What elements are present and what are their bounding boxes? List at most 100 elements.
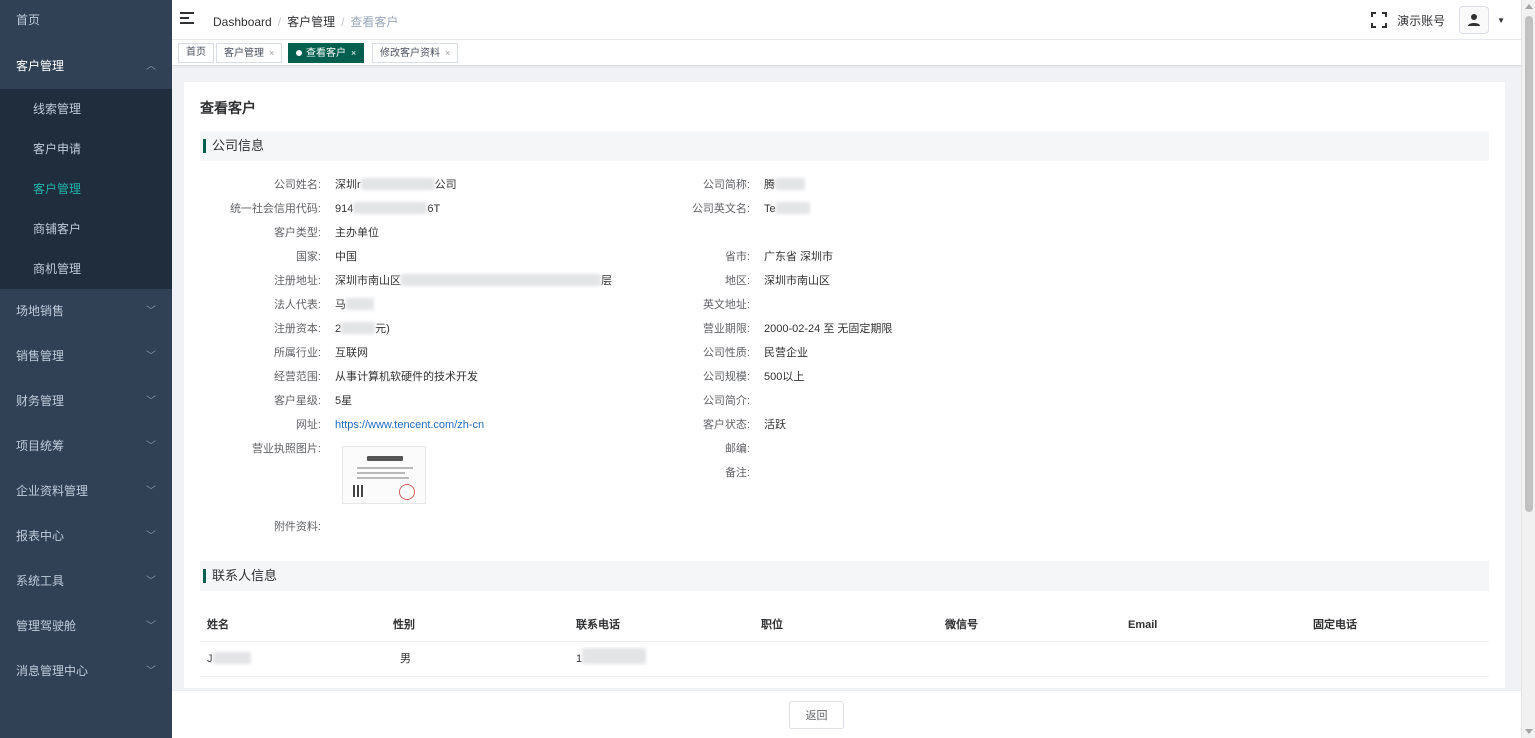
scrollbar-thumb[interactable] [1525,16,1533,512]
sidebar-item-label: 报表中心 [16,529,65,543]
sidebar-item-cockpit[interactable]: 管理驾驶舱 ﹀ [0,604,172,649]
field-industry: 所属行业: 互联网 [273,347,368,359]
tag-edit-customer[interactable]: 修改客户资料 × [372,43,459,63]
breadcrumb: Dashboard / 客户管理 / 查看客户 [213,15,399,29]
business-license-thumbnail[interactable] [342,446,426,504]
customer-detail-card: 查看客户 公司信息 公司姓名: 深圳r 公司 统一社会信用代码: 914 6T 客户类型… [184,82,1505,688]
chevron-down-icon: ﹀ [146,351,156,362]
active-dot-icon [296,50,302,56]
chevron-down-icon: ﹀ [146,306,156,317]
column-header: 性别 [393,619,415,631]
chevron-down-icon: ﹀ [146,396,156,407]
website-link[interactable]: https://www.tencent.com/zh-cn [335,419,484,431]
sidebar-subitem-leads[interactable]: 线索管理 [0,89,172,129]
sidebar-item-home[interactable]: 首页 [0,0,172,44]
close-icon[interactable]: × [351,48,356,58]
sidebar-item-label: 客户管理 [16,59,65,73]
field-website: 网址: https://www.tencent.com/zh-cn [295,419,485,431]
close-icon[interactable]: × [269,48,274,58]
tag-label: 客户管理 [224,48,264,59]
page-scrollbar[interactable] [1521,0,1535,738]
field-legal-representative: 法人代表: 马 [274,297,374,313]
contact-name: J [207,642,251,676]
footer-bar: 返回 [172,690,1521,738]
sidebar-item-enterprise-data[interactable]: 企业资料管理 ﹀ [0,469,172,514]
field-company-english-name: 公司英文名: Te [692,201,810,217]
user-icon [1468,14,1481,26]
field-customer-rating: 客户星级: 5星 [273,395,353,407]
table-row: J 男 1 [200,642,1489,677]
sidebar-item-label: 场地销售 [16,304,65,318]
column-header: 联系电话 [576,619,620,631]
column-header: Email [1128,619,1158,631]
chevron-up-icon: ︿ [146,61,156,72]
field-business-scope: 经营范围: 从事计算机软硬件的技术开发 [273,371,478,383]
sidebar-item-label: 销售管理 [16,349,65,363]
field-district: 地区: 深圳市南山区 [724,275,830,287]
sidebar-item-label: 首页 [16,13,41,27]
sidebar-subitem-applications[interactable]: 客户申请 [0,129,172,169]
chevron-down-icon: ﹀ [146,576,156,587]
field-customer-type: 客户类型: 主办单位 [273,227,379,239]
field-company-nature: 公司性质: 民营企业 [702,347,808,359]
sidebar-item-label: 企业资料管理 [16,484,89,498]
tag-customer-management[interactable]: 客户管理 × [216,43,283,63]
sidebar-item-customer-management[interactable]: 客户管理 ︿ [0,44,172,89]
field-registered-address: 注册地址: 深圳市南山区层 [273,274,612,287]
tag-label: 查看客户 [306,48,346,59]
fullscreen-icon[interactable] [1371,12,1388,28]
navbar-right: 演示账号 ▼ [1371,0,1505,40]
breadcrumb-item[interactable]: Dashboard [213,15,272,29]
chevron-down-icon: ﹀ [146,666,156,677]
scroll-up-icon[interactable] [1525,4,1533,9]
breadcrumb-current: 查看客户 [350,15,399,29]
sidebar-item-finance[interactable]: 财务管理 ﹀ [0,379,172,424]
sidebar-item-label: 系统工具 [16,574,65,588]
sidebar-item-label: 项目统筹 [16,439,65,453]
sidebar-subitem-opportunities[interactable]: 商机管理 [0,249,172,289]
tag-label: 首页 [186,47,206,58]
hamburger-icon[interactable] [180,12,194,24]
contact-gender: 男 [400,653,411,665]
sidebar-item-messages[interactable]: 消息管理中心 ﹀ [0,649,172,694]
close-icon[interactable]: × [445,48,450,58]
sidebar-item-system-tools[interactable]: 系统工具 ﹀ [0,559,172,604]
sidebar-submenu-customer: 线索管理 客户申请 客户管理 商铺客户 商机管理 [0,89,172,289]
sidebar-item-label: 财务管理 [16,394,65,408]
section-contact-info: 联系人信息 [200,561,1489,591]
field-province-city: 省市: 广东省 深圳市 [724,251,834,263]
column-header: 姓名 [207,619,229,631]
section-company-info: 公司信息 [200,131,1489,161]
tag-view-customer[interactable]: 查看客户 × [288,43,365,63]
sidebar-item-projects[interactable]: 项目统筹 ﹀ [0,424,172,469]
sidebar-item-reports[interactable]: 报表中心 ﹀ [0,514,172,559]
caret-down-icon[interactable]: ▼ [1497,16,1505,25]
column-header: 微信号 [945,619,978,631]
sidebar-subitem-shop-customers[interactable]: 商铺客户 [0,209,172,249]
scroll-down-icon[interactable] [1525,729,1533,734]
chevron-down-icon: ﹀ [146,441,156,452]
tag-label: 修改客户资料 [380,48,440,59]
tag-home[interactable]: 首页 [178,43,214,63]
breadcrumb-item[interactable]: 客户管理 [287,15,335,29]
chevron-down-icon: ﹀ [146,531,156,542]
sidebar-subitem-customers[interactable]: 客户管理 [0,169,172,209]
page-title: 查看客户 [200,100,256,116]
avatar[interactable] [1459,6,1490,34]
chevron-down-icon: ﹀ [146,486,156,497]
chevron-down-icon: ﹀ [146,621,156,632]
sidebar: 首页 客户管理 ︿ 线索管理 客户申请 客户管理 商铺客户 商机管理 场地销售 ﹀ … [0,0,172,738]
field-registered-capital: 注册资本: 2 元) [273,322,390,335]
column-header: 职位 [761,619,783,631]
table-header: 姓名 性别 联系电话 职位 微信号 Email 固定电话 [200,608,1489,642]
sidebar-item-label: 管理驾驶舱 [16,619,77,633]
sidebar-item-venue-sales[interactable]: 场地销售 ﹀ [0,289,172,334]
sidebar-item-sales-management[interactable]: 销售管理 ﹀ [0,334,172,379]
field-company-size: 公司规模: 500以上 [702,371,805,383]
field-credit-code: 统一社会信用代码: 914 6T [229,202,441,215]
account-name: 演示账号 [1397,13,1446,28]
field-customer-status: 客户状态: 活跃 [702,419,786,431]
contacts-table: 姓名 性别 联系电话 职位 微信号 Email 固定电话 J 男 1 [200,608,1489,677]
back-button[interactable]: 返回 [789,701,844,729]
tags-view: 首页 客户管理 × 查看客户 × 修改客户资料 × [172,40,1521,66]
